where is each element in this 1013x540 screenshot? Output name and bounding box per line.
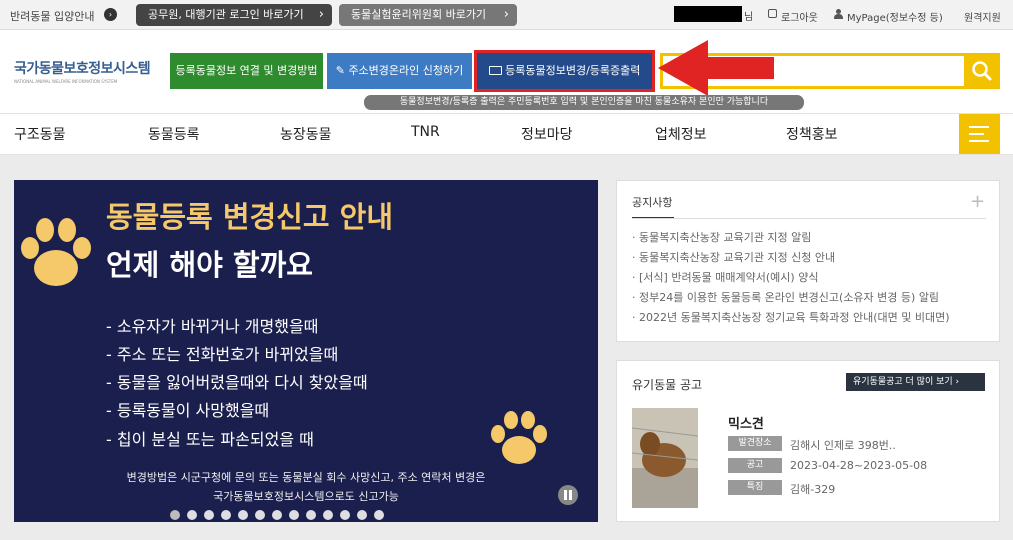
slide-dot[interactable]	[357, 510, 367, 520]
tooltip: 동물정보변경/등록증 출력은 주민등록번호 입력 및 본인인증을 마친 동물소유…	[364, 95, 804, 110]
user-suffix: 님	[744, 12, 754, 23]
chevron-right-icon[interactable]: ›	[104, 8, 117, 21]
slide-dot[interactable]	[255, 510, 265, 520]
redacted-username	[674, 6, 742, 22]
slide-dot[interactable]	[340, 510, 350, 520]
dog-image	[632, 408, 698, 508]
notice-item[interactable]: · 동물복지축산농장 교육기관 지정 신청 안내	[632, 249, 835, 265]
menu-button[interactable]	[959, 114, 1000, 154]
slide-dot[interactable]	[323, 510, 333, 520]
slide-dot[interactable]	[238, 510, 248, 520]
notice-item-text: [서식] 반려동물 매매계약서(예시) 양식	[639, 271, 819, 284]
banner-footer-line2: 국가동물보호정보시스템으로도 신고가능	[213, 490, 399, 503]
banner-subtitle: 언제 해야 할까요	[106, 248, 313, 282]
address-change-online-button[interactable]: ✎ 주소변경온라인 신청하기	[327, 53, 472, 89]
slide-dot[interactable]	[170, 510, 180, 520]
notice-item-text: 동물복지축산농장 교육기관 지정 알림	[639, 231, 812, 244]
notice-label: 공고	[728, 458, 782, 473]
notice-item-text: 동물복지축산농장 교육기관 지정 신청 안내	[639, 251, 836, 264]
info-change-label: 등록동물정보변경/등록증출력	[505, 64, 641, 77]
slide-dot[interactable]	[204, 510, 214, 520]
banner-list-item: - 동물을 잃어버렸을때와 다시 찾았을때	[106, 373, 368, 392]
banner-list-item: - 칩이 분실 또는 파손되었을 때	[106, 430, 314, 449]
notice-item[interactable]: · 정부24를 이용한 동물등록 온라인 변경신고(소유자 변경 등) 알림	[632, 289, 939, 305]
chevron-right-icon: ›	[318, 7, 324, 22]
nav-item-farm[interactable]: 농장동물	[280, 124, 332, 144]
search-button[interactable]	[964, 53, 1000, 89]
paw-icon	[491, 411, 547, 464]
nav-item-business[interactable]: 업체정보	[655, 124, 707, 144]
adoption-link[interactable]: 반려동물 입양안내	[10, 8, 94, 24]
nav-item-info[interactable]: 정보마당	[521, 124, 573, 144]
notice-item-text: 정부24를 이용한 동물등록 온라인 변경신고(소유자 변경 등) 알림	[639, 291, 940, 304]
registered-animal-link-button[interactable]: 등록동물정보 연결 및 변경방법	[170, 53, 323, 89]
banner-title: 동물등록 변경신고 안내	[106, 200, 393, 234]
slide-dot[interactable]	[272, 510, 282, 520]
lost-animal-panel: 유기동물 공고 유기동물공고 더 많이 보기 › 믹스견 발견장소 김해시 인제…	[616, 360, 1000, 522]
notice-title[interactable]: 공지사항	[632, 194, 672, 210]
banner-list-item: - 등록동물이 사망했을때	[106, 401, 270, 420]
remote-support-link[interactable]: 원격지원	[964, 9, 1001, 24]
lost-animal-title: 유기동물 공고	[632, 378, 703, 392]
ethics-committee-label: 동물실험윤리위원회 바로가기	[351, 8, 487, 21]
slide-indicators	[170, 510, 390, 520]
notice-item[interactable]: · 동물복지축산농장 교육기관 지정 알림	[632, 229, 811, 245]
more-lost-animals-button[interactable]: 유기동물공고 더 많이 보기 ›	[846, 373, 985, 391]
nav-item-tnr[interactable]: TNR	[411, 124, 440, 140]
banner-footer-line1: 변경방법은 시군구청에 문의 또는 동물분실 회수 사망신고, 주소 연락처 변…	[126, 471, 486, 484]
logo-title: 국가동물보호정보시스템	[14, 61, 151, 77]
feature-label: 특징	[728, 480, 782, 495]
place-label: 발견장소	[728, 436, 782, 451]
user-icon	[834, 9, 843, 19]
more-lost-animals-label: 유기동물공고 더 많이 보기	[853, 377, 953, 387]
chevron-right-icon: ›	[955, 377, 960, 387]
notice-panel: 공지사항 + · 동물복지축산농장 교육기관 지정 알림 · 동물복지축산농장 …	[616, 180, 1000, 342]
id-card-icon	[488, 66, 502, 75]
nav-item-policy[interactable]: 정책홍보	[786, 124, 838, 144]
logo-subtitle: NATIONAL ANIMAL WELFARE INFORMATION SYST…	[14, 79, 118, 84]
nav-item-registration[interactable]: 동물등록	[148, 124, 200, 144]
nav-item-rescue[interactable]: 구조동물	[14, 124, 66, 144]
banner-list-item: - 주소 또는 전화번호가 바뀌었을때	[106, 345, 339, 364]
logout-link[interactable]: 로그아웃	[781, 9, 818, 24]
mypage-link[interactable]: MyPage(정보수정 등)	[847, 9, 943, 24]
feature-value: 김해-329	[790, 483, 836, 496]
chevron-right-icon: ›	[503, 7, 509, 22]
notice-item[interactable]: · [서식] 반려동물 매매계약서(예시) 양식	[632, 269, 818, 285]
paw-icon	[21, 218, 91, 286]
top-utility-bar: 반려동물 입양안내 › 공무원, 대행기관 로그인 바로가기 › 동물실험윤리위원…	[0, 0, 1013, 30]
banner-list-item: - 소유자가 바뀌거나 개명했을때	[106, 317, 319, 336]
logout-icon	[768, 9, 777, 18]
slide-dot[interactable]	[221, 510, 231, 520]
site-logo[interactable]: 국가동물보호정보시스템 NATIONAL ANIMAL WELFARE INFO…	[14, 58, 151, 84]
notice-item[interactable]: · 2022년 동물복지축산농장 정기교육 특화과정 안내(대면 및 비대면)	[632, 309, 950, 325]
official-login-button[interactable]: 공무원, 대행기관 로그인 바로가기 ›	[136, 4, 332, 26]
search-icon	[972, 61, 992, 81]
dog-photo[interactable]	[632, 408, 698, 508]
slide-dot[interactable]	[306, 510, 316, 520]
slide-dot[interactable]	[289, 510, 299, 520]
animal-name: 믹스견	[728, 417, 764, 432]
pause-button[interactable]	[558, 485, 578, 505]
divider	[632, 218, 986, 219]
pencil-icon: ✎	[335, 64, 345, 77]
notice-period-value: 2023-04-28~2023-05-08	[790, 459, 928, 472]
ethics-committee-button[interactable]: 동물실험윤리위원회 바로가기 ›	[339, 4, 517, 26]
slide-dot[interactable]	[374, 510, 384, 520]
red-arrow-annotation	[658, 40, 774, 96]
main-nav: 구조동물 동물등록 농장동물 TNR 정보마당 업체정보 정책홍보	[0, 113, 1013, 155]
place-value: 김해시 인제로 398번..	[790, 439, 896, 452]
address-change-label: 주소변경온라인 신청하기	[348, 64, 464, 77]
main-banner: 동물등록 변경신고 안내 언제 해야 할까요 - 소유자가 바뀌거나 개명했을때…	[14, 180, 598, 522]
registered-info-change-button[interactable]: 등록동물정보변경/등록증출력	[477, 53, 652, 89]
plus-icon[interactable]: +	[970, 191, 985, 212]
notice-item-text: 2022년 동물복지축산농장 정기교육 특화과정 안내(대면 및 비대면)	[639, 311, 950, 324]
official-login-label: 공무원, 대행기관 로그인 바로가기	[148, 8, 304, 21]
slide-dot[interactable]	[187, 510, 197, 520]
